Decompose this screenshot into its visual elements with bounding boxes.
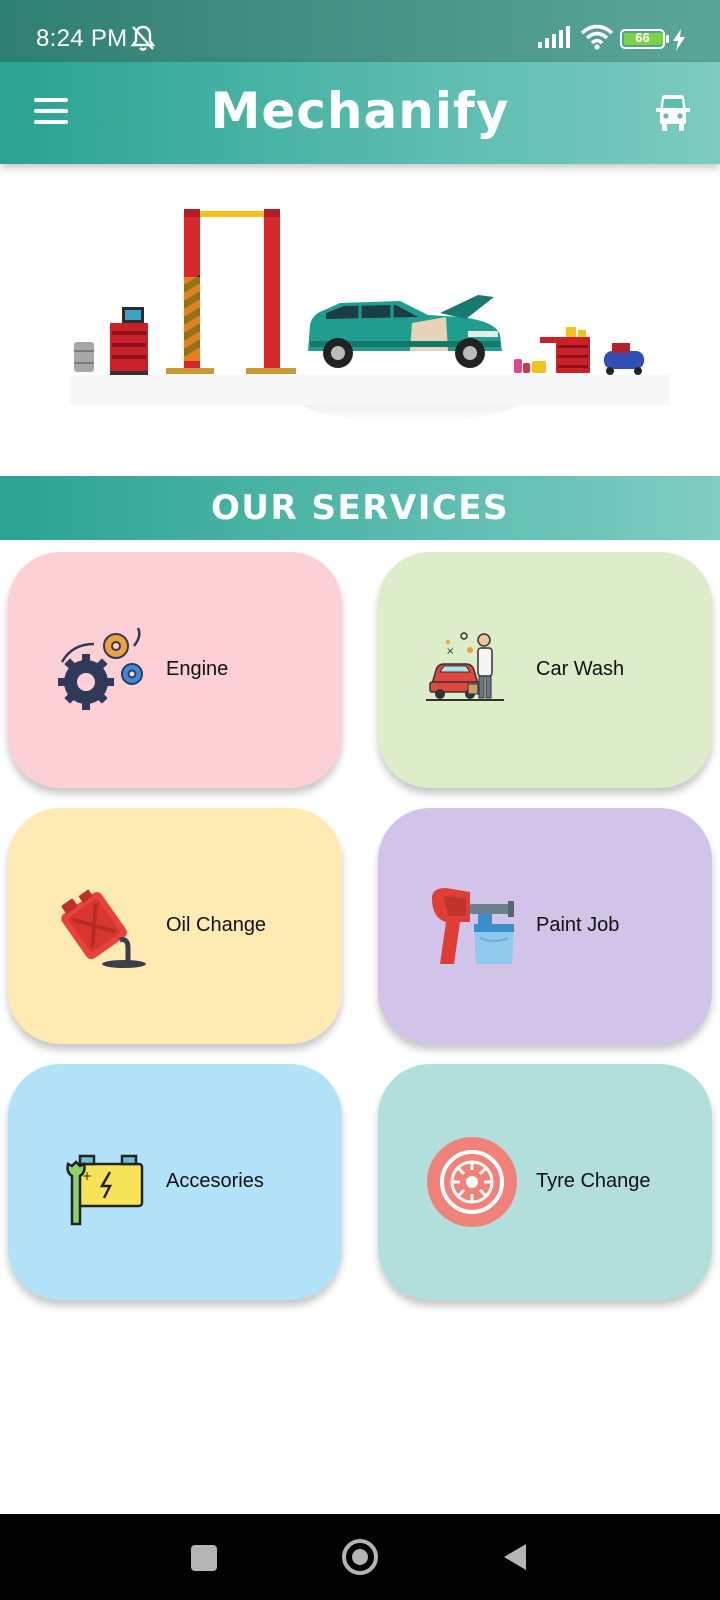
- service-label-engine: Engine: [166, 658, 229, 680]
- services-title: OUR SERVICES: [210, 488, 510, 528]
- car-front-icon[interactable]: [656, 94, 690, 132]
- charging-icon: [673, 29, 685, 51]
- battery-icon: 66: [620, 29, 665, 49]
- car-wash-icon: ×: [426, 632, 504, 701]
- engine-gears-icon: [58, 627, 143, 710]
- navigation-bar: [0, 1514, 720, 1600]
- status-time: 8:24 PM: [36, 25, 128, 52]
- services-header: OUR SERVICES: [0, 476, 720, 540]
- service-card-accesories[interactable]: + Accesories: [8, 1064, 342, 1300]
- recent-apps-icon[interactable]: [191, 1545, 217, 1571]
- oil-can-icon: [61, 889, 146, 968]
- service-card-car-wash[interactable]: × Car Wash: [378, 552, 712, 788]
- service-card-paint-job[interactable]: Paint Job: [378, 808, 712, 1044]
- service-label-car-wash: Car Wash: [536, 658, 625, 680]
- service-card-engine[interactable]: Engine: [8, 552, 342, 788]
- home-icon[interactable]: [342, 1539, 378, 1575]
- service-label-accesories: Accesories: [166, 1170, 264, 1192]
- wifi-icon: [580, 24, 614, 50]
- service-label-paint-job: Paint Job: [536, 914, 620, 936]
- garage-illustration: [70, 209, 670, 422]
- battery-wrench-icon: +: [66, 1154, 144, 1226]
- service-card-tyre-change[interactable]: Tyre Change: [378, 1064, 712, 1300]
- battery-level: 66: [635, 30, 650, 45]
- back-icon[interactable]: [502, 1542, 528, 1572]
- app-bar: Mechanify: [0, 62, 720, 164]
- spray-gun-icon: [432, 888, 514, 964]
- service-card-oil-change[interactable]: Oil Change: [8, 808, 342, 1044]
- tyre-icon: [427, 1137, 517, 1227]
- app-title: Mechanify: [210, 82, 510, 140]
- service-label-oil-change: Oil Change: [166, 914, 267, 936]
- svg-text:×: ×: [446, 646, 454, 657]
- bell-off-icon: [130, 25, 156, 51]
- status-bar: 8:24 PM 66: [0, 0, 720, 62]
- signal-icon: [538, 26, 570, 48]
- service-label-tyre-change: Tyre Change: [536, 1170, 651, 1192]
